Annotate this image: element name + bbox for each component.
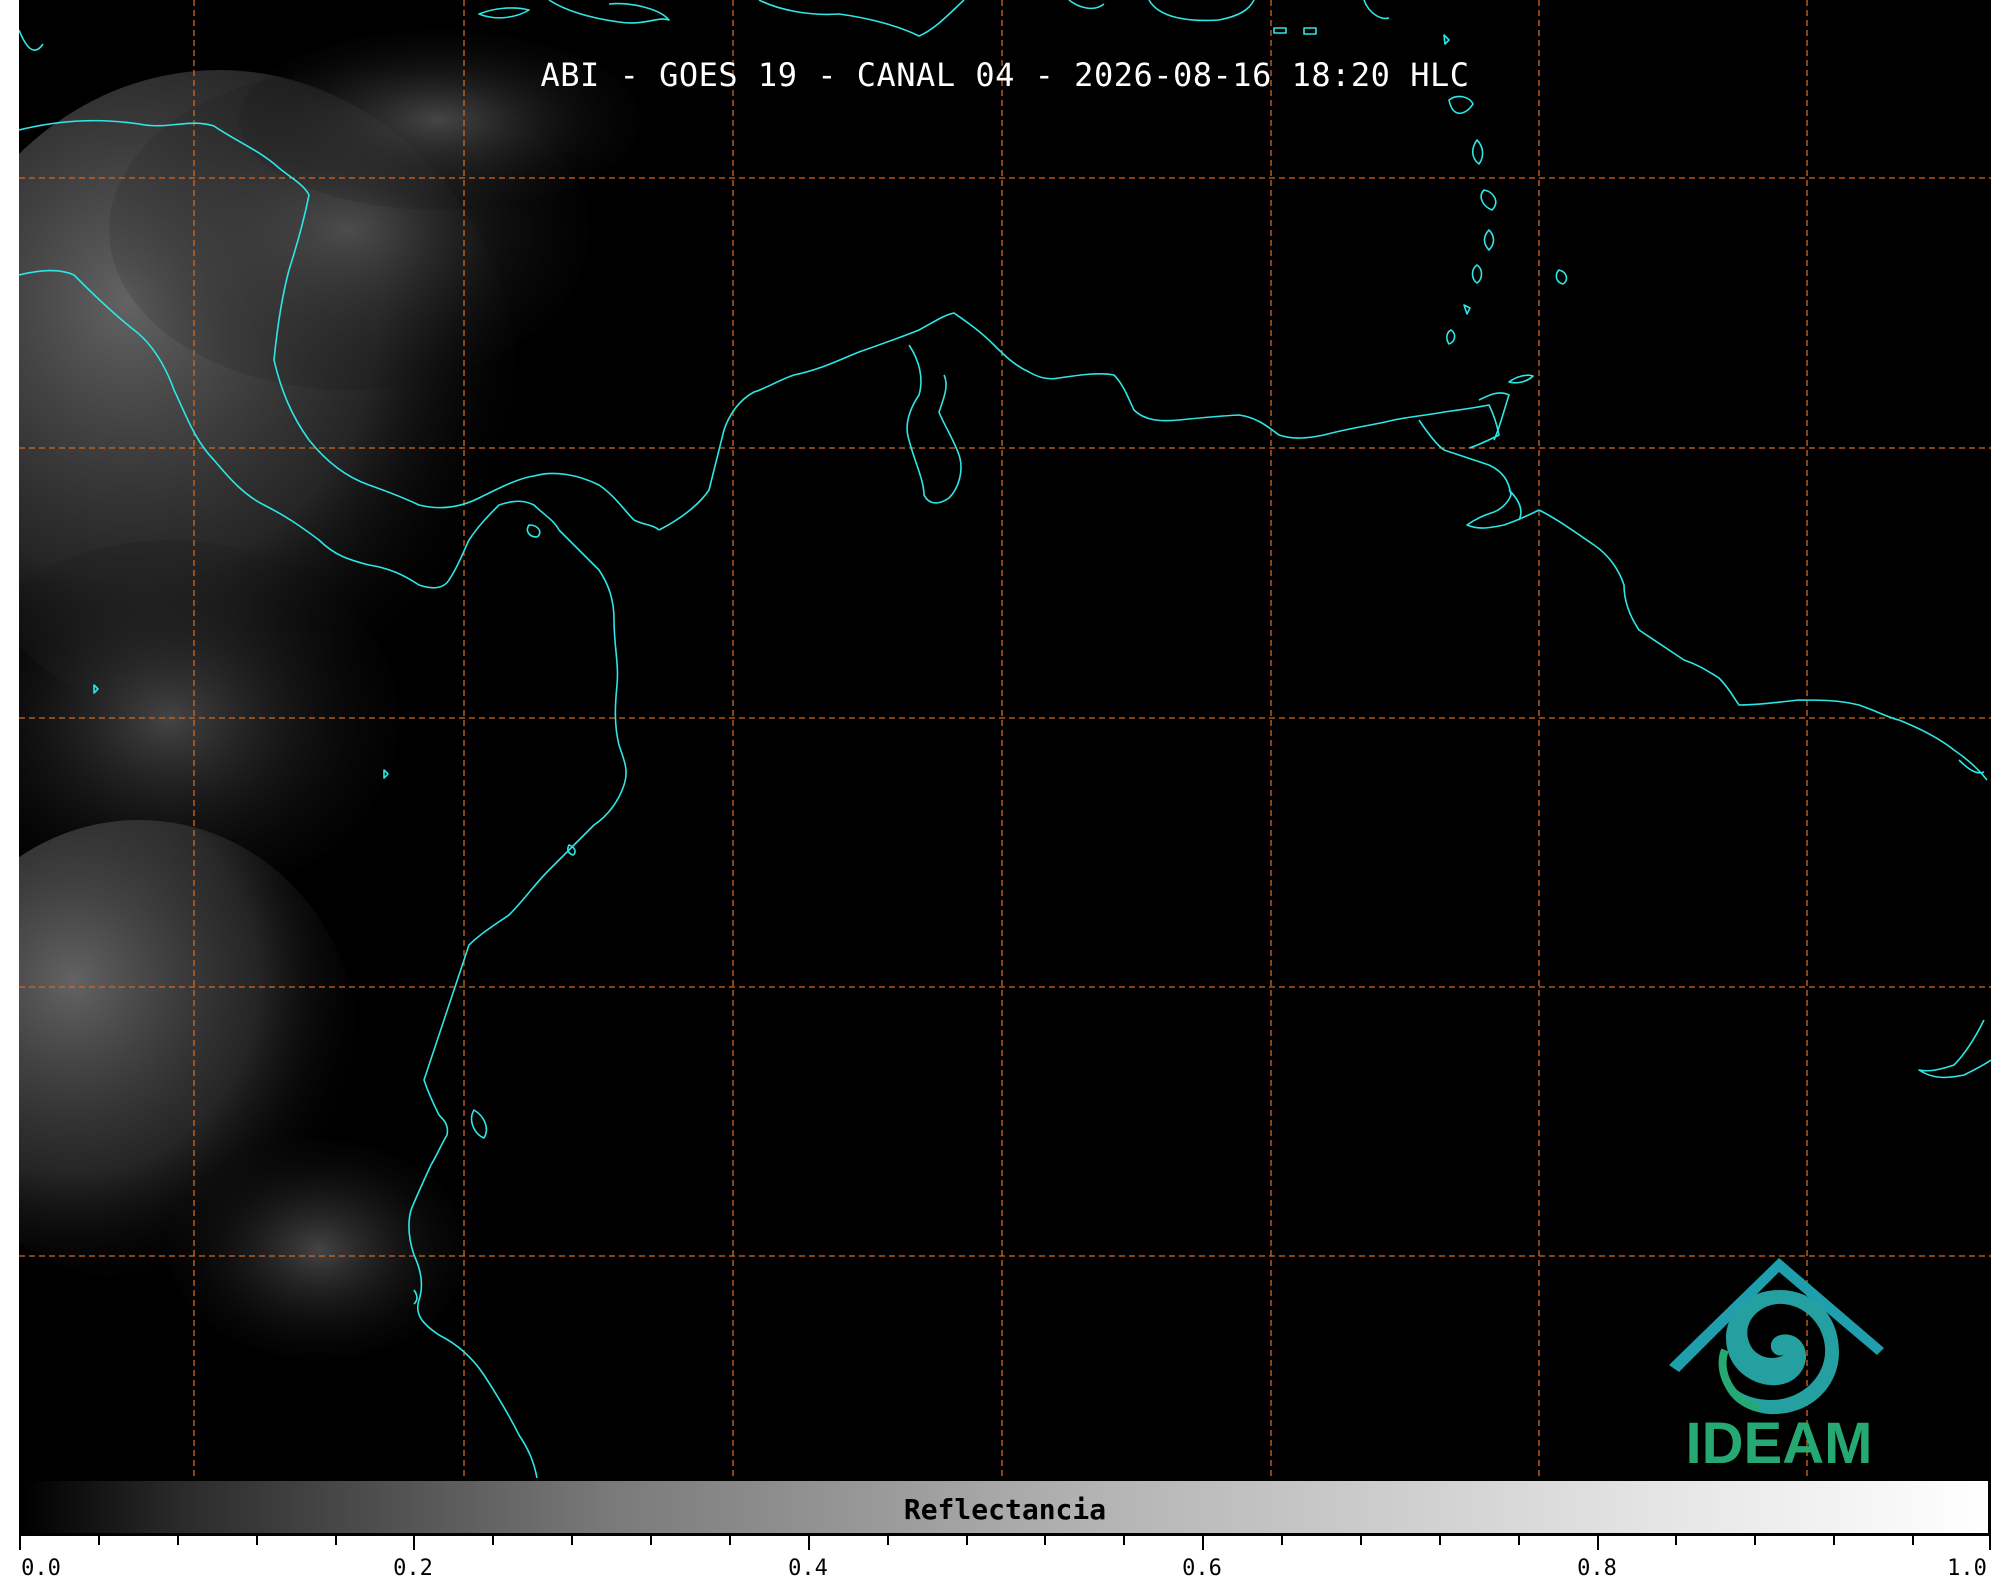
colorbar-minor-tick xyxy=(1754,1536,1756,1545)
colorbar-minor-tick xyxy=(256,1536,258,1545)
colorbar-major-tick xyxy=(1202,1536,1204,1550)
colorbar-minor-tick xyxy=(887,1536,889,1545)
colorbar-major-tick xyxy=(19,1536,21,1550)
colorbar-minor-tick xyxy=(1123,1536,1125,1545)
logo-text: IDEAM xyxy=(1685,1411,1873,1476)
colorbar-minor-tick xyxy=(1281,1536,1283,1545)
satellite-map: ABI - GOES 19 - CANAL 04 - 2026-08-16 18… xyxy=(19,0,1991,1478)
colorbar-minor-tick xyxy=(1912,1536,1914,1545)
cloud-field xyxy=(19,30,639,1360)
colorbar-minor-tick xyxy=(571,1536,573,1545)
colorbar-minor-tick xyxy=(98,1536,100,1545)
colorbar-tick-label: 0.2 xyxy=(393,1556,433,1581)
colorbar-tick-label: 0.6 xyxy=(1182,1556,1222,1581)
ideam-logo: IDEAM xyxy=(1659,1250,1899,1476)
colorbar-minor-tick xyxy=(966,1536,968,1545)
colorbar: Reflectancia xyxy=(19,1478,1991,1536)
colorbar-minor-tick xyxy=(1675,1536,1677,1545)
colorbar-tick-label: 1.0 xyxy=(1947,1556,1987,1581)
colorbar-minor-tick xyxy=(729,1536,731,1545)
map-title: ABI - GOES 19 - CANAL 04 - 2026-08-16 18… xyxy=(540,56,1470,94)
colorbar-major-tick xyxy=(413,1536,415,1550)
colorbar-tick-label: 0.8 xyxy=(1577,1556,1617,1581)
colorbar-minor-tick xyxy=(177,1536,179,1545)
colorbar-minor-tick xyxy=(492,1536,494,1545)
colorbar-tick-label: 0.0 xyxy=(21,1556,61,1581)
colorbar-minor-tick xyxy=(650,1536,652,1545)
colorbar-major-tick xyxy=(1597,1536,1599,1550)
colorbar-major-tick xyxy=(1989,1536,1991,1550)
colorbar-tick-label: 0.4 xyxy=(788,1556,828,1581)
colorbar-ticks: 0.0 0.2 0.4 0.6 0.8 1.0 xyxy=(19,1536,1991,1581)
colorbar-minor-tick xyxy=(1360,1536,1362,1545)
colorbar-minor-tick xyxy=(1518,1536,1520,1545)
colorbar-minor-tick xyxy=(1439,1536,1441,1545)
colorbar-minor-tick xyxy=(335,1536,337,1545)
colorbar-minor-tick xyxy=(1833,1536,1835,1545)
colorbar-minor-tick xyxy=(1044,1536,1046,1545)
colorbar-major-tick xyxy=(808,1536,810,1550)
colorbar-label: Reflectancia xyxy=(903,1493,1107,1526)
ideam-logo-icon xyxy=(1669,1258,1884,1415)
